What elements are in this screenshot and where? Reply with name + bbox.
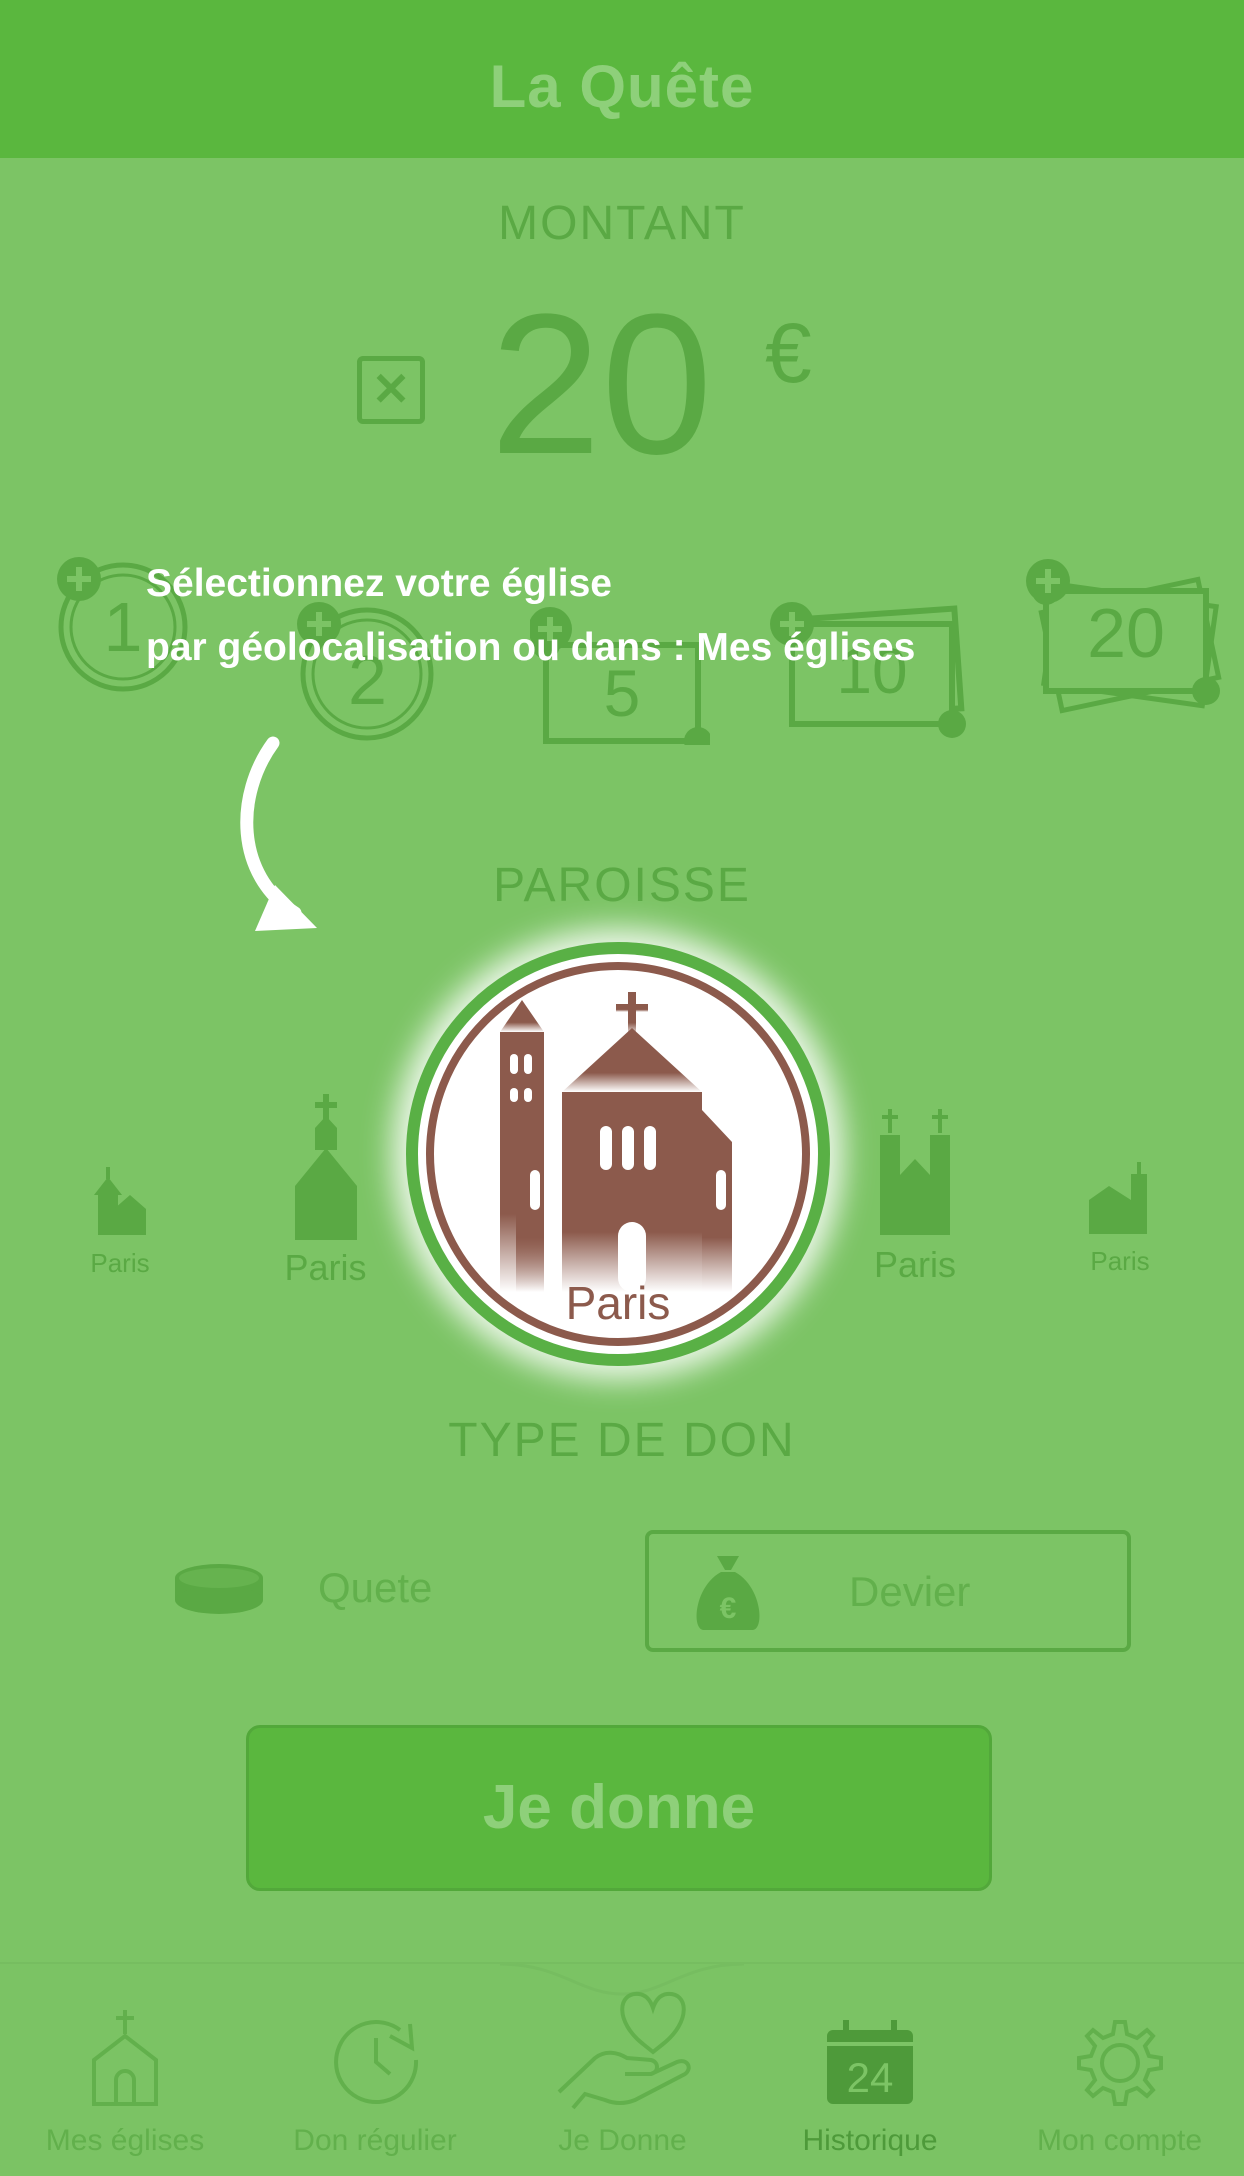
tab-label: Mon compte [1036, 2124, 1203, 2157]
bottom-tab-bar: Mes églises Don régulier Je Donne 24 His… [0, 1962, 1244, 2176]
app-header: La Quête [0, 0, 1244, 158]
onboarding-tooltip: Sélectionnez votre église par géolocalis… [146, 552, 915, 680]
church-option-label: Paris [90, 1248, 150, 1278]
clear-amount-button[interactable]: ✕ [357, 356, 425, 424]
donation-type-quete[interactable]: Quete [170, 1560, 640, 1620]
parish-section-label: PAROISSE [493, 859, 751, 912]
donation-type-label: TYPE DE DON [448, 1414, 796, 1467]
church-option-label: Paris [1090, 1246, 1150, 1276]
church-option-label: Paris [284, 1247, 367, 1288]
calendar-day: 24 [846, 2054, 894, 2101]
selected-church-label: Paris [565, 1277, 671, 1329]
tab-label: Don régulier [293, 2124, 457, 2157]
coin-icon [175, 1564, 263, 1614]
tab-mon-compte[interactable]: Mon compte [995, 1964, 1244, 2176]
basilica-icon [500, 992, 732, 1292]
donation-type-devier[interactable]: € Devier [645, 1530, 1131, 1652]
church-option-3[interactable]: Paris [406, 942, 830, 1366]
hand-heart-icon [557, 1991, 691, 2110]
small-church-icon [94, 1167, 146, 1235]
long-church-icon [1089, 1162, 1147, 1234]
tab-don-regulier[interactable]: Don régulier [250, 1964, 500, 2176]
tab-mes-eglises[interactable]: Mes églises [0, 1964, 250, 2176]
chapel-icon [294, 1094, 357, 1240]
church-option-label: Paris [873, 1244, 957, 1285]
amount-section-label: MONTANT [498, 197, 746, 250]
donation-type-label-devier: Devier [849, 1568, 971, 1615]
clock-refresh-icon [334, 2020, 419, 2104]
gear-icon [1077, 2020, 1163, 2106]
church-option-5[interactable]: Paris [1070, 1160, 1170, 1277]
tooltip-line-1: Sélectionnez votre église [146, 562, 613, 605]
tab-je-donne[interactable]: Je Donne [500, 1964, 745, 2176]
close-square-icon: ✕ [371, 363, 411, 415]
currency-symbol: € [765, 306, 812, 400]
app-title: La Quête [489, 53, 755, 120]
cathedral-icon [880, 1109, 950, 1235]
amount-value[interactable]: 20 [490, 285, 712, 485]
church-option-4[interactable]: Paris [860, 1105, 970, 1286]
church-icon [92, 2010, 158, 2106]
church-option-1[interactable]: Paris [70, 1165, 170, 1279]
tooltip-line-2: par géolocalisation ou dans : Mes église… [146, 626, 916, 669]
donation-type-label-quete: Quete [318, 1564, 433, 1611]
quick-amount-20[interactable]: 20 [1020, 555, 1230, 715]
tab-label: Historique [802, 2124, 938, 2157]
tab-label: Je Donne [558, 2124, 687, 2157]
church-option-2[interactable]: Paris [268, 1090, 383, 1289]
tab-label: Mes églises [45, 2124, 205, 2157]
money-bag-euro-icon: € [696, 1556, 760, 1630]
svg-text:€: € [720, 1592, 737, 1625]
tab-historique[interactable]: 24 Historique [745, 1964, 995, 2176]
quick-amount-label: 20 [1087, 594, 1165, 672]
give-button[interactable]: Je donne [246, 1725, 992, 1891]
